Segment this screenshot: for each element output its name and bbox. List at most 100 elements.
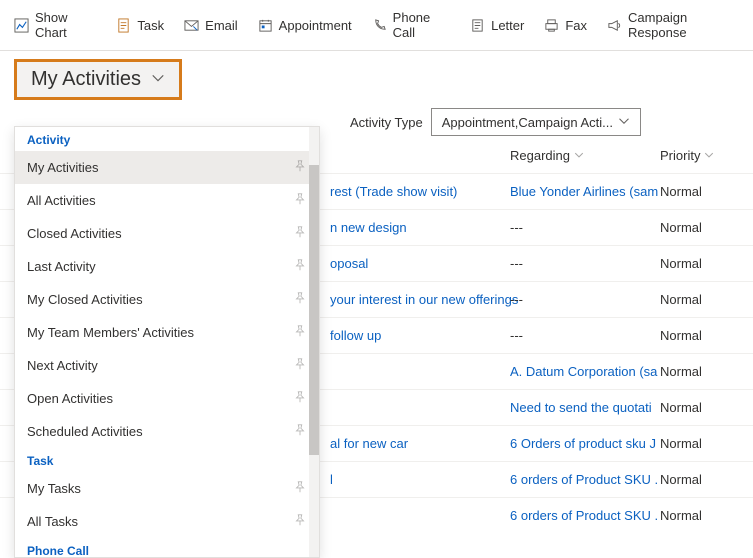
dropdown-item-label: My Activities	[27, 160, 99, 175]
dropdown-item[interactable]: Closed Activities	[15, 217, 319, 250]
view-picker-row: My Activities	[0, 51, 753, 104]
regarding-cell[interactable]: 6 orders of Product SKU .	[510, 508, 658, 523]
toolbar-label: Letter	[491, 18, 524, 33]
dropdown-section-phone-call[interactable]: Phone Call	[15, 538, 319, 557]
toolbar-phone[interactable]: Phone Call	[372, 10, 450, 40]
toolbar-email[interactable]: Email	[184, 18, 238, 33]
priority-cell: Normal	[660, 256, 702, 271]
subject-cell[interactable]: rest (Trade show visit)	[330, 184, 457, 199]
column-header-regarding[interactable]: Regarding	[510, 148, 660, 163]
dropdown-item-label: All Tasks	[27, 514, 78, 529]
dropdown-item-label: Scheduled Activities	[27, 424, 143, 439]
toolbar-label: Phone Call	[393, 10, 450, 40]
chevron-down-icon	[151, 71, 165, 88]
appointment-icon	[258, 18, 273, 33]
phone-icon	[372, 18, 387, 33]
column-header-priority[interactable]: Priority	[660, 148, 720, 163]
dropdown-item[interactable]: My Team Members' Activities	[15, 316, 319, 349]
dropdown-item-label: Closed Activities	[27, 226, 122, 241]
regarding-cell[interactable]: 6 Orders of product sku J	[510, 436, 656, 451]
regarding-cell: ---	[510, 292, 523, 307]
pin-icon[interactable]	[293, 159, 307, 176]
pin-icon[interactable]	[293, 192, 307, 209]
dropdown-section-activity[interactable]: Activity	[15, 127, 319, 151]
subject-cell[interactable]: your interest in our new offerings	[330, 292, 518, 307]
pin-icon[interactable]	[293, 423, 307, 440]
toolbar-label: Fax	[565, 18, 587, 33]
pin-icon[interactable]	[293, 324, 307, 341]
subject-cell[interactable]: l	[330, 472, 333, 487]
filter-label: Activity Type	[350, 115, 423, 130]
view-picker[interactable]: My Activities	[14, 59, 182, 100]
campaign-icon	[607, 18, 622, 33]
scrollbar-thumb[interactable]	[309, 165, 319, 455]
priority-cell: Normal	[660, 220, 702, 235]
toolbar-label: Show Chart	[35, 10, 96, 40]
view-picker-dropdown: Activity My Activities All Activities Close…	[14, 126, 320, 558]
priority-cell: Normal	[660, 508, 702, 523]
dropdown-item-label: My Team Members' Activities	[27, 325, 194, 340]
dropdown-item[interactable]: Next Activity	[15, 349, 319, 382]
chevron-down-icon	[574, 148, 584, 163]
dropdown-item[interactable]: Open Activities	[15, 382, 319, 415]
toolbar-fax[interactable]: Fax	[544, 18, 587, 33]
dropdown-item-label: Last Activity	[27, 259, 96, 274]
view-picker-label: My Activities	[31, 68, 141, 91]
regarding-cell[interactable]: Blue Yonder Airlines (sam	[510, 184, 658, 199]
letter-icon	[470, 18, 485, 33]
pin-icon[interactable]	[293, 513, 307, 530]
regarding-cell: ---	[510, 256, 523, 271]
regarding-cell: ---	[510, 220, 523, 235]
priority-cell: Normal	[660, 328, 702, 343]
priority-cell: Normal	[660, 436, 702, 451]
toolbar-appointment[interactable]: Appointment	[258, 18, 352, 33]
dropdown-item[interactable]: Scheduled Activities	[15, 415, 319, 448]
dropdown-item-label: Next Activity	[27, 358, 98, 373]
dropdown-item[interactable]: Last Activity	[15, 250, 319, 283]
subject-cell[interactable]: follow up	[330, 328, 381, 343]
dropdown-item-label: My Tasks	[27, 481, 81, 496]
pin-icon[interactable]	[293, 480, 307, 497]
dropdown-item-label: Open Activities	[27, 391, 113, 406]
pin-icon[interactable]	[293, 357, 307, 374]
dropdown-scrollbar[interactable]	[309, 127, 319, 557]
subject-cell[interactable]: n new design	[330, 220, 407, 235]
pin-icon[interactable]	[293, 390, 307, 407]
subject-cell[interactable]: al for new car	[330, 436, 408, 451]
fax-icon	[544, 18, 559, 33]
dropdown-item[interactable]: My Activities	[15, 151, 319, 184]
dropdown-item[interactable]: My Tasks	[15, 472, 319, 505]
toolbar: Show Chart Task Email Appointment Phone Call…	[0, 0, 753, 51]
dropdown-item-label: My Closed Activities	[27, 292, 143, 307]
toolbar-label: Task	[137, 18, 164, 33]
dropdown-item[interactable]: All Tasks	[15, 505, 319, 538]
subject-cell[interactable]: oposal	[330, 256, 368, 271]
toolbar-label: Email	[205, 18, 238, 33]
activity-type-select[interactable]: Appointment,Campaign Acti...	[431, 108, 641, 136]
dropdown-item-label: All Activities	[27, 193, 96, 208]
pin-icon[interactable]	[293, 225, 307, 242]
priority-cell: Normal	[660, 184, 702, 199]
toolbar-letter[interactable]: Letter	[470, 18, 524, 33]
toolbar-chart[interactable]: Show Chart	[14, 10, 96, 40]
dropdown-item[interactable]: My Closed Activities	[15, 283, 319, 316]
pin-icon[interactable]	[293, 291, 307, 308]
chevron-down-icon	[618, 115, 630, 130]
pin-icon[interactable]	[293, 258, 307, 275]
task-icon	[116, 18, 131, 33]
toolbar-campaign[interactable]: Campaign Response	[607, 10, 739, 40]
regarding-cell[interactable]: A. Datum Corporation (sa	[510, 364, 657, 379]
dropdown-item[interactable]: All Activities	[15, 184, 319, 217]
filter-value: Appointment,Campaign Acti...	[442, 115, 613, 130]
toolbar-label: Campaign Response	[628, 10, 739, 40]
content-area: ActivityMy ActivitiesAll ActivitiesClose…	[0, 142, 753, 533]
regarding-cell[interactable]: 6 orders of Product SKU .	[510, 472, 658, 487]
regarding-cell: ---	[510, 328, 523, 343]
regarding-cell[interactable]: Need to send the quotati	[510, 400, 652, 415]
dropdown-section-task[interactable]: Task	[15, 448, 319, 472]
chevron-down-icon	[704, 148, 714, 163]
toolbar-task[interactable]: Task	[116, 18, 164, 33]
toolbar-label: Appointment	[279, 18, 352, 33]
priority-cell: Normal	[660, 292, 702, 307]
priority-cell: Normal	[660, 472, 702, 487]
